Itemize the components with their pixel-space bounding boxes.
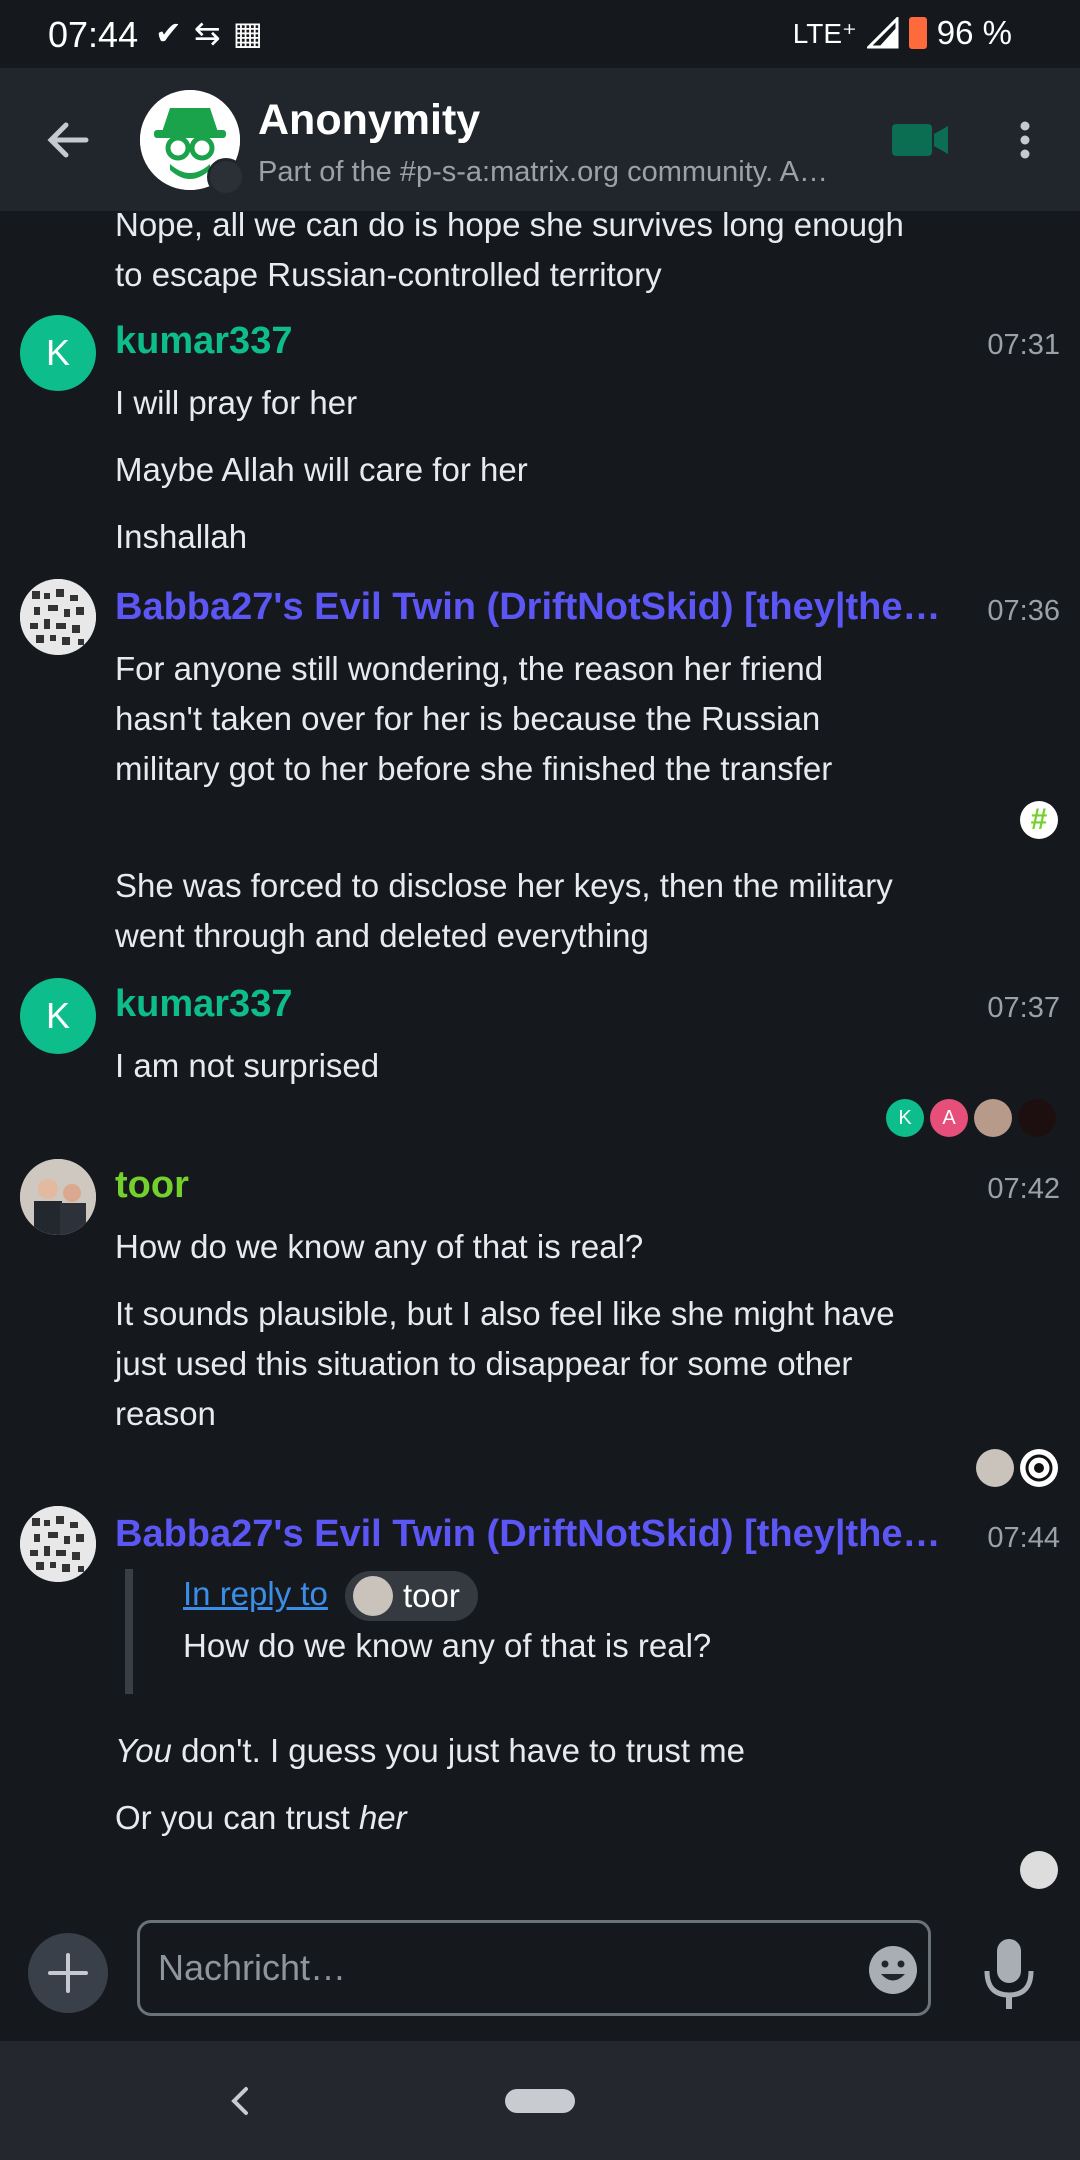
emphasis-text: her xyxy=(358,1799,407,1836)
room-topic[interactable]: Part of the #p-s-a:matrix.org community.… xyxy=(258,156,848,189)
receipt-initial: K xyxy=(898,1106,912,1129)
message-time: 07:31 xyxy=(987,329,1060,361)
message-text: Inshallah xyxy=(115,518,248,555)
status-icons-left: ✔⇆▦ xyxy=(155,14,275,52)
target-icon xyxy=(1025,1454,1053,1482)
avatar[interactable] xyxy=(20,1159,96,1235)
sender-name[interactable]: kumar337 xyxy=(115,320,945,363)
status-bar: 07:44 ✔⇆▦ LTE⁺ 96 % xyxy=(0,0,1080,68)
message-text: I will pray for her xyxy=(115,384,358,421)
sender-name[interactable]: Babba27's Evil Twin (DriftNotSkid) [they… xyxy=(115,586,945,629)
message-text: She was forced to disclose her keys, the… xyxy=(115,861,975,961)
message-line: went through and deleted everything xyxy=(115,917,649,954)
more-options-icon[interactable] xyxy=(1010,120,1040,160)
system-nav-bar xyxy=(0,2041,1080,2160)
message-input-placeholder: Nachricht… xyxy=(158,1947,347,1988)
message-line: It sounds plausible, but I also feel lik… xyxy=(115,1295,895,1332)
attach-button[interactable] xyxy=(28,1933,108,2013)
user-pill-avatar xyxy=(353,1576,393,1616)
message-line: hasn't taken over for her is because the… xyxy=(115,700,821,737)
message-text: It sounds plausible, but I also feel lik… xyxy=(115,1289,975,1439)
emoji-icon[interactable] xyxy=(868,1945,918,1995)
battery-icon xyxy=(908,17,927,49)
microphone-icon[interactable] xyxy=(978,1935,1040,2015)
message-line: Nope, all we can do is hope she survives… xyxy=(115,211,904,243)
message-time: 07:42 xyxy=(987,1173,1060,1205)
battery-percent: 96 % xyxy=(936,14,1012,51)
data-saver-icon: ⇆ xyxy=(193,15,233,51)
avatar[interactable] xyxy=(20,1506,96,1582)
sender-name[interactable]: toor xyxy=(115,1164,945,1207)
message-line: For anyone still wondering, the reason h… xyxy=(115,650,824,687)
message-line: to escape Russian-controlled territory xyxy=(115,256,662,293)
public-room-badge-icon xyxy=(207,158,245,196)
read-receipt-photo[interactable] xyxy=(1018,1099,1056,1137)
message-line: She was forced to disclose her keys, the… xyxy=(115,867,893,904)
room-header: Anonymity Part of the #p-s-a:matrix.org … xyxy=(0,68,1080,211)
read-receipt[interactable]: K xyxy=(886,1099,924,1137)
in-reply-to-link[interactable]: In reply to xyxy=(183,1575,328,1613)
room-name[interactable]: Anonymity xyxy=(258,96,480,145)
avatar-initial: K xyxy=(45,332,70,373)
message-text: Nope, all we can do is hope she survives… xyxy=(115,211,975,300)
message-composer: Nachricht… xyxy=(0,1911,1080,2041)
message-line: don't. I guess you just have to trust me xyxy=(171,1732,746,1769)
qr-avatar-icon xyxy=(20,1506,96,1582)
message-time: 07:36 xyxy=(987,595,1060,627)
message-text: I am not surprised xyxy=(115,1047,380,1084)
check-icon: ✔ xyxy=(155,15,194,51)
message-timeline[interactable]: Nope, all we can do is hope she survives… xyxy=(0,211,1080,1911)
message-text: Maybe Allah will care for her xyxy=(115,451,528,488)
read-receipt-photo[interactable] xyxy=(976,1449,1014,1487)
user-photo-avatar xyxy=(20,1159,96,1235)
qr-avatar-icon xyxy=(20,579,96,655)
reply-quote[interactable]: In reply to toor How do we know any of t… xyxy=(125,1569,833,1694)
message-text: For anyone still wondering, the reason h… xyxy=(115,644,975,794)
avatar[interactable] xyxy=(20,579,96,655)
quoted-text: How do we know any of that is real? xyxy=(183,1627,712,1664)
read-receipt[interactable]: A xyxy=(930,1099,968,1137)
user-pill-name: toor xyxy=(403,1577,460,1614)
message-input[interactable]: Nachricht… xyxy=(137,1920,931,2016)
message-line: Or you can trust xyxy=(115,1799,359,1836)
read-receipt-photo[interactable] xyxy=(974,1099,1012,1137)
back-arrow-icon[interactable] xyxy=(42,114,94,166)
message-text: You don't. I guess you just have to trus… xyxy=(115,1726,975,1776)
read-receipt[interactable] xyxy=(1020,1449,1058,1487)
emphasis-text: You xyxy=(115,1732,172,1769)
read-receipt-photo[interactable] xyxy=(1020,1851,1058,1889)
signal-icon xyxy=(866,17,899,49)
receipt-initial: A xyxy=(942,1106,956,1129)
avatar[interactable]: K xyxy=(20,978,96,1054)
video-call-icon[interactable] xyxy=(890,120,950,160)
sender-name[interactable]: Babba27's Evil Twin (DriftNotSkid) [they… xyxy=(115,1513,945,1556)
message-time: 07:44 xyxy=(987,1522,1060,1554)
avatar-initial: K xyxy=(45,995,70,1036)
read-receipt[interactable]: # xyxy=(1020,801,1058,839)
status-icons-right: LTE⁺ 96 % xyxy=(793,14,1012,52)
plus-icon xyxy=(48,1953,88,1993)
nav-back-icon[interactable] xyxy=(222,2081,258,2121)
message-time: 07:37 xyxy=(987,992,1060,1024)
nav-home-pill[interactable] xyxy=(505,2089,575,2113)
user-pill[interactable]: toor xyxy=(345,1571,478,1621)
hash-icon: # xyxy=(1030,803,1048,836)
sender-name[interactable]: kumar337 xyxy=(115,983,945,1026)
message-line: reason xyxy=(115,1395,216,1432)
message-text: Or you can trust her xyxy=(115,1793,975,1843)
message-line: just used this situation to disappear fo… xyxy=(115,1345,853,1382)
grid-icon: ▦ xyxy=(232,15,275,51)
message-text: How do we know any of that is real? xyxy=(115,1228,644,1265)
avatar[interactable]: K xyxy=(20,315,96,391)
message-line: military got to her before she finished … xyxy=(115,750,833,787)
network-type: LTE⁺ xyxy=(792,17,857,49)
clock: 07:44 xyxy=(48,14,139,55)
